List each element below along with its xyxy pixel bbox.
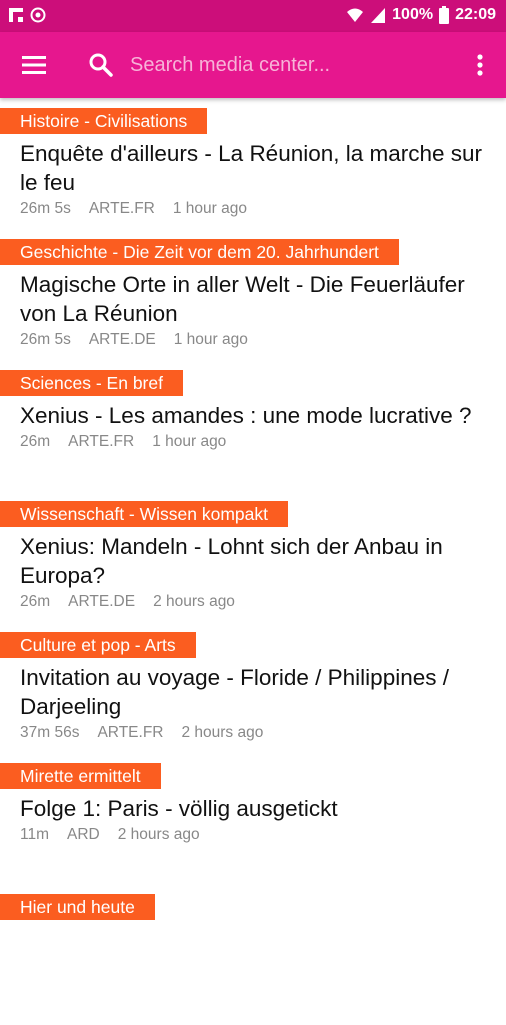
- sync-icon: [30, 7, 46, 23]
- video-meta: 26m 5s ARTE.DE 1 hour ago: [20, 331, 486, 349]
- clock: 22:09: [455, 6, 496, 23]
- video-title[interactable]: Xenius - Les amandes : une mode lucrativ…: [20, 401, 486, 430]
- video-meta: 37m 56s ARTE.FR 2 hours ago: [20, 724, 486, 742]
- video-title[interactable]: Magische Orte in aller Welt - Die Feuerl…: [20, 270, 486, 328]
- video-age: 1 hour ago: [173, 331, 248, 348]
- category-badge[interactable]: Wissenschaft - Wissen kompakt: [0, 501, 288, 527]
- video-meta: 11m ARD 2 hours ago: [20, 826, 486, 844]
- signal-icon: [371, 8, 386, 23]
- video-title[interactable]: Xenius: Mandeln - Lohnt sich der Anbau i…: [20, 532, 486, 590]
- category-badge[interactable]: Histoire - Civilisations: [0, 108, 208, 134]
- battery-percentage: 100%: [392, 6, 434, 23]
- video-title[interactable]: Folge 1: Paris - völlig ausgetickt: [20, 794, 486, 823]
- video-age: 2 hours ago: [181, 724, 264, 741]
- category-badge[interactable]: Sciences - En bref: [0, 370, 183, 396]
- video-age: 2 hours ago: [117, 826, 200, 843]
- video-duration: 26m 5s: [20, 331, 71, 348]
- media-list-item[interactable]: Hier und heute: [0, 894, 506, 1025]
- video-duration: 11m: [20, 826, 50, 843]
- video-duration: 26m: [20, 433, 51, 450]
- category-badge[interactable]: Culture et pop - Arts: [0, 632, 196, 658]
- status-bar: 100% 22:09: [0, 0, 506, 32]
- media-list-item[interactable]: Sciences - En bref Xenius - Les amandes …: [0, 370, 506, 501]
- media-list: Histoire - Civilisations Enquête d'aille…: [0, 108, 506, 1025]
- category-badge[interactable]: Mirette ermittelt: [0, 763, 161, 789]
- video-source: ARD: [67, 826, 100, 843]
- overflow-menu-icon[interactable]: [470, 50, 490, 80]
- flipboard-icon: [9, 8, 23, 22]
- video-title[interactable]: Invitation au voyage - Floride / Philipp…: [20, 663, 486, 721]
- video-meta: 26m ARTE.FR 1 hour ago: [20, 433, 486, 451]
- video-age: 2 hours ago: [153, 593, 235, 610]
- media-list-item[interactable]: Mirette ermittelt Folge 1: Paris - völli…: [0, 763, 506, 894]
- video-title[interactable]: Enquête d'ailleurs - La Réunion, la marc…: [20, 139, 486, 197]
- media-list-item[interactable]: Geschichte - Die Zeit vor dem 20. Jahrhu…: [0, 239, 506, 370]
- app-bar: [0, 32, 506, 98]
- video-source: ARTE.FR: [88, 200, 155, 217]
- video-source: ARTE.DE: [68, 593, 136, 610]
- video-duration: 26m 5s: [20, 200, 71, 217]
- search-input[interactable]: [130, 50, 430, 80]
- menu-icon[interactable]: [22, 53, 48, 77]
- video-meta: 26m 5s ARTE.FR 1 hour ago: [20, 200, 486, 218]
- battery-icon: [439, 6, 450, 24]
- video-source: ARTE.FR: [97, 724, 164, 741]
- media-list-item[interactable]: Wissenschaft - Wissen kompakt Xenius: Ma…: [0, 501, 506, 632]
- video-age: 1 hour ago: [152, 433, 227, 450]
- category-badge[interactable]: Geschichte - Die Zeit vor dem 20. Jahrhu…: [0, 239, 399, 265]
- video-duration: 26m: [20, 593, 51, 610]
- video-source: ARTE.FR: [68, 433, 135, 450]
- video-age: 1 hour ago: [172, 200, 247, 217]
- media-list-item[interactable]: Histoire - Civilisations Enquête d'aille…: [0, 108, 506, 239]
- search-icon[interactable]: [88, 52, 114, 78]
- video-source: ARTE.DE: [88, 331, 156, 348]
- video-duration: 37m 56s: [20, 724, 80, 741]
- category-badge[interactable]: Hier und heute: [0, 894, 155, 920]
- media-list-item[interactable]: Culture et pop - Arts Invitation au voya…: [0, 632, 506, 763]
- video-meta: 26m ARTE.DE 2 hours ago: [20, 593, 486, 611]
- wifi-icon: [347, 8, 364, 22]
